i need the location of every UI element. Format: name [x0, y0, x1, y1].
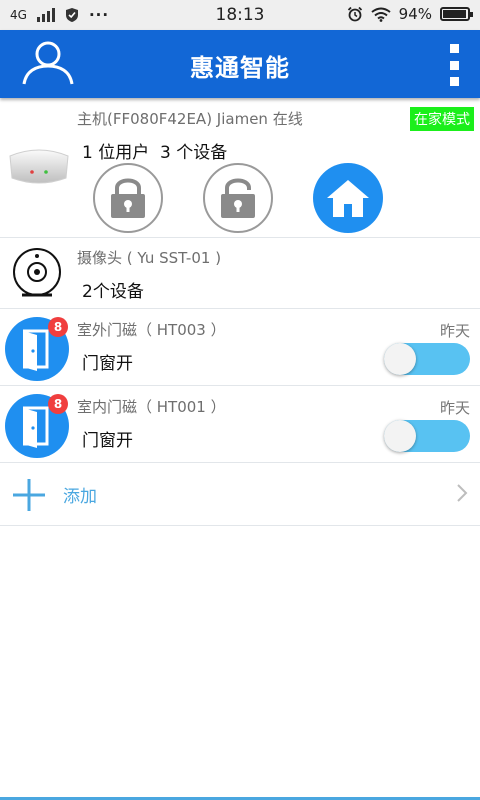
- camera-info: 摄像头 ( Yu SST-01 ): [77, 249, 222, 267]
- hub-device-image: [9, 149, 69, 184]
- device-status: 门窗开: [82, 431, 133, 451]
- chevron-right-icon: [457, 484, 468, 502]
- battery-percent: 94%: [398, 5, 432, 23]
- camera-summary: 2个设备: [82, 282, 144, 302]
- device-time: 昨天: [439, 399, 470, 417]
- disarm-lock-button[interactable]: [203, 163, 273, 233]
- device-toggle[interactable]: [384, 343, 470, 375]
- add-device-row[interactable]: 添加: [0, 463, 480, 526]
- plus-icon: [13, 479, 45, 511]
- alarm-icon: [347, 6, 362, 22]
- device-title: 室外门磁（ HT003 ）: [77, 321, 226, 339]
- app-title: 惠通智能: [190, 54, 290, 82]
- hub-info: 主机(FF080F42EA) Jiamen 在线: [77, 110, 303, 128]
- lock-open-icon: [221, 178, 255, 218]
- home-mode-button[interactable]: [313, 163, 383, 233]
- device-toggle[interactable]: [384, 420, 470, 452]
- lock-closed-icon: [111, 178, 145, 218]
- add-label: 添加: [63, 487, 97, 507]
- device-status: 门窗开: [82, 354, 133, 374]
- device-row[interactable]: 8 室外门磁（ HT003 ） 昨天 门窗开: [0, 309, 480, 386]
- device-title: 室内门磁（ HT001 ）: [77, 398, 226, 416]
- device-row[interactable]: 8 室内门磁（ HT001 ） 昨天 门窗开: [0, 386, 480, 463]
- mode-badge: 在家模式: [410, 107, 474, 131]
- notification-badge: 8: [48, 317, 68, 337]
- wifi-icon: [371, 7, 391, 22]
- app-bar: 惠通智能: [0, 30, 480, 98]
- hub-card[interactable]: 主机(FF080F42EA) Jiamen 在线 在家模式 1 位用户 3 个设…: [0, 100, 480, 238]
- battery-icon: [440, 7, 473, 21]
- camera-icon: [13, 248, 61, 297]
- home-icon: [327, 180, 369, 217]
- more-vert-icon[interactable]: [442, 44, 466, 86]
- camera-card[interactable]: 摄像头 ( Yu SST-01 ) 2个设备: [0, 238, 480, 309]
- hub-summary: 1 位用户 3 个设备: [82, 143, 228, 163]
- arm-lock-button[interactable]: [93, 163, 163, 233]
- device-time: 昨天: [439, 322, 470, 340]
- status-bar: 4G ··· 18:13 94%: [0, 0, 480, 30]
- notification-badge: 8: [48, 394, 68, 414]
